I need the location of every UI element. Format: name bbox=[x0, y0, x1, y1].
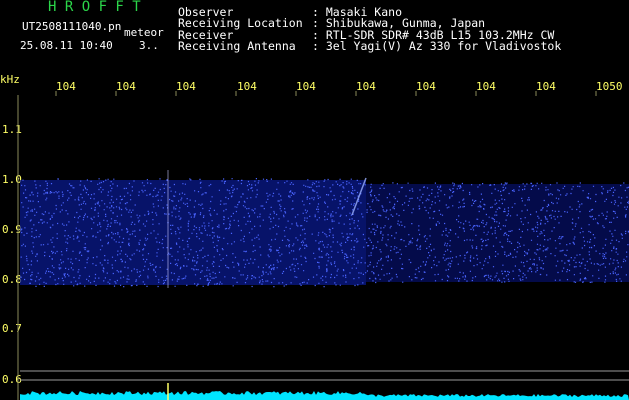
x-tick-marks bbox=[55, 91, 597, 96]
signal-band-right bbox=[366, 184, 629, 282]
power-trace bbox=[20, 391, 629, 400]
signal-band bbox=[20, 178, 629, 288]
spectrogram bbox=[17, 91, 629, 400]
power-baseline bbox=[20, 383, 629, 400]
